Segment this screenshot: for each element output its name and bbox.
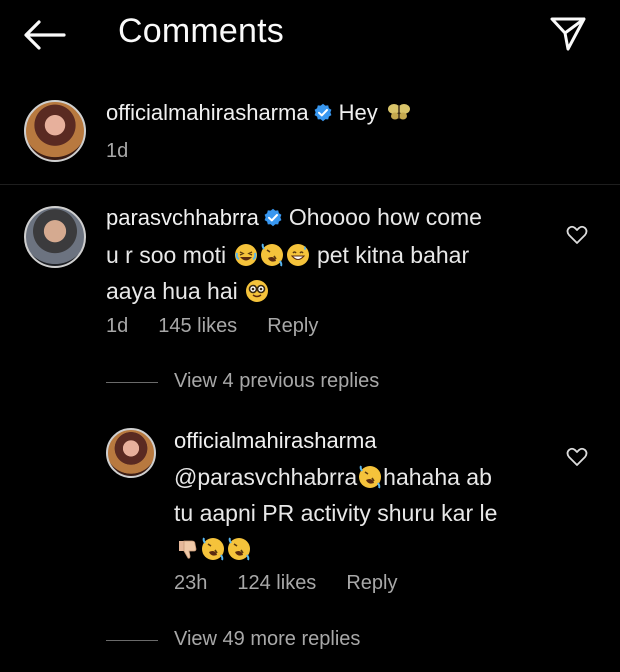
reply-likes[interactable]: 124 likes: [237, 572, 316, 594]
replies-divider: [106, 382, 158, 383]
comment-username[interactable]: parasvchhabrra: [106, 205, 259, 230]
reply-username[interactable]: officialmahirasharma: [174, 428, 377, 454]
heart-icon[interactable]: [566, 224, 588, 246]
caption-text: Hey: [338, 100, 378, 125]
comment-text-1: Ohoooo how come: [288, 204, 482, 230]
replies-divider: [106, 640, 158, 641]
reply-line-3: [174, 532, 252, 566]
comment-reply-button[interactable]: Reply: [267, 315, 318, 337]
heart-icon[interactable]: [566, 446, 588, 468]
reply-line-2: tu aapni PR activity shuru kar le: [174, 500, 498, 526]
view-more-replies-button[interactable]: View 49 more replies: [174, 628, 360, 651]
reply-text-1: hahaha ab: [383, 464, 492, 490]
avatar[interactable]: [106, 428, 156, 478]
rofl-emoji-icon: [202, 537, 224, 561]
comment-line-2: u r soo moti pet kitna bahar: [106, 238, 469, 272]
butterfly-emoji-icon: [387, 104, 410, 120]
caption-username[interactable]: officialmahirasharma: [106, 100, 309, 125]
comment-meta: 1d 145 likes Reply: [106, 315, 348, 338]
reply-mention[interactable]: @parasvchhabrra: [174, 464, 357, 490]
rofl-emoji-icon: [260, 243, 283, 267]
avatar[interactable]: [24, 206, 86, 268]
verified-badge-icon: [264, 208, 282, 227]
paper-plane-icon[interactable]: [548, 14, 588, 54]
arrow-left-icon[interactable]: [22, 18, 66, 52]
page-title: Comments: [118, 12, 284, 50]
caption-line: officialmahirasharma Hey: [106, 100, 414, 126]
reply-meta: 23h 124 likes Reply: [174, 572, 427, 595]
comments-screen: Comments officialmahirasharma Hey 1d para…: [0, 0, 620, 672]
rofl-emoji-icon: [228, 537, 250, 561]
comment-text-3: aaya hua hai: [106, 278, 238, 304]
verified-badge-icon: [314, 103, 331, 122]
view-previous-replies-button[interactable]: View 4 previous replies: [174, 370, 379, 393]
reply-reply-button[interactable]: Reply: [346, 572, 397, 594]
caption-timestamp: 1d: [106, 140, 129, 162]
thumbs-down-emoji-icon: [179, 540, 197, 559]
avatar[interactable]: [24, 100, 86, 162]
comment-line-3: aaya hua hai: [106, 274, 270, 308]
reply-line-1: @parasvchhabrra hahaha ab: [174, 460, 492, 494]
nerd-face-emoji-icon: [246, 280, 269, 302]
laughing-emoji-icon: [234, 244, 257, 266]
comment-line-1: parasvchhabrra Ohoooo how come: [106, 200, 482, 235]
caption-divider: [0, 184, 620, 185]
comment-timestamp: 1d: [106, 315, 129, 337]
header-bar: Comments: [0, 0, 620, 72]
reply-timestamp: 23h: [174, 572, 208, 594]
grinning-sweat-emoji-icon: [286, 244, 309, 266]
comment-likes[interactable]: 145 likes: [158, 315, 237, 337]
comment-text-2b: pet kitna bahar: [316, 242, 470, 268]
comment-text-2a: u r soo moti: [106, 242, 227, 268]
rofl-emoji-icon: [359, 465, 382, 489]
